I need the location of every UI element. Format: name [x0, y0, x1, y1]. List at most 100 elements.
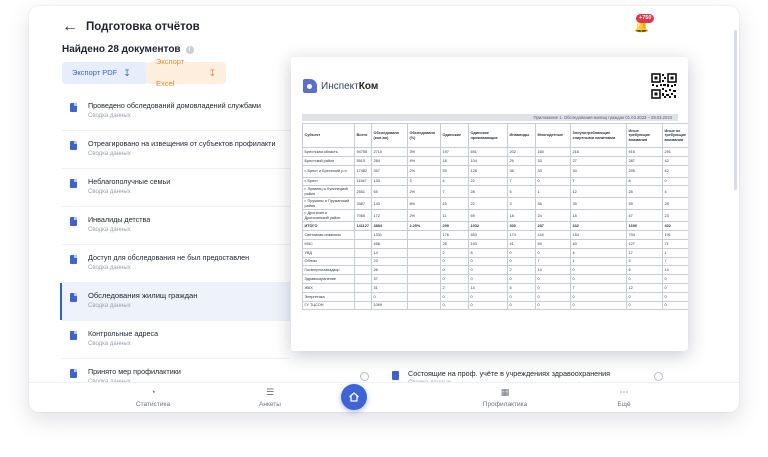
list-item[interactable]: Доступ для обследования не был предостав…	[62, 245, 290, 283]
table-cell: 3884	[371, 221, 408, 232]
table-header-cell: Обследовано (кол-во)	[371, 123, 408, 148]
table-cell: 3%	[407, 147, 441, 157]
list-item[interactable]: Контрольные адреса Сводка данных	[62, 321, 290, 359]
table-cell: 59	[535, 238, 571, 249]
table-cell: 33	[535, 164, 571, 178]
table-cell: 0	[507, 291, 536, 302]
nav-statistics[interactable]: ◔ Статистика	[113, 387, 193, 408]
table-cell: г. Брест и Брестский р-н	[302, 164, 355, 178]
document-name: Обследования жилищ граждан	[88, 291, 198, 300]
table-cell	[354, 300, 372, 311]
page-header: ← Подготовка отчётов	[62, 18, 200, 36]
table-cell: 0	[570, 265, 627, 276]
table-cell: 0	[662, 300, 688, 311]
table-cell: 0	[468, 274, 508, 284]
table-cell: 300	[507, 221, 536, 232]
table-cell: 34	[570, 164, 627, 178]
table-header-cell: Инвалиды	[507, 123, 536, 148]
nav-prevention[interactable]: ▦ Профилактика	[465, 387, 545, 408]
table-cell: 94755	[354, 147, 372, 157]
export-excel-label: Экспорт Excel	[156, 57, 185, 88]
table-header-cell: Иные не требующие внимания	[662, 123, 688, 148]
document-icon	[70, 217, 77, 226]
download-icon: ↧	[123, 68, 131, 78]
table-cell	[354, 247, 372, 258]
table-cell: 28	[662, 197, 688, 211]
table-cell: 14	[535, 265, 571, 276]
document-name: Неблагополучные семьи	[88, 177, 171, 186]
export-excel-button[interactable]: Экспорт Excel ↧	[146, 57, 226, 88]
table-cell: 14	[468, 282, 508, 293]
table-cell: Облгаз	[302, 256, 355, 267]
table-row: Госэнергогазнадзор 26 0 0 2 14 0 6 14	[302, 265, 688, 276]
document-subtitle: Сводка данных	[88, 303, 131, 309]
logo: ИнспектКом	[303, 79, 378, 93]
table-header-cell: Иные требующие внимания	[626, 123, 663, 148]
select-radio[interactable]	[360, 372, 369, 381]
table-row: Брестский район 5910 284 4% 18 104 29 33 27 287 42	[302, 155, 688, 166]
table-cell: 7	[570, 176, 627, 187]
table-cell: 69	[468, 209, 508, 223]
table-cell: 291	[662, 147, 688, 157]
bottom-navigation: ◔ Статистика ☰ Анкеты ▦ Профилактика ⋯ Е…	[29, 382, 739, 412]
scrollbar[interactable]	[734, 30, 737, 190]
table-cell: 1	[570, 256, 627, 267]
table-cell: 12	[570, 185, 627, 199]
table-cell: 14	[371, 247, 408, 258]
table-cell: 1	[535, 185, 571, 199]
table-cell: 193	[468, 238, 508, 249]
table-cell	[354, 282, 372, 293]
table-cell: 287	[535, 221, 571, 232]
notifications[interactable]: 🔔 +750	[632, 14, 655, 36]
table-cell: 33	[535, 155, 571, 166]
table-row: Энергетика 0 0 0 0 0 0 0 0	[302, 291, 688, 302]
table-cell	[354, 265, 372, 276]
table-cell: 2710	[371, 147, 408, 157]
export-pdf-button[interactable]: Экспорт PDF ↧	[62, 62, 148, 84]
table-cell: 133	[371, 176, 408, 187]
table-cell: 172	[371, 209, 408, 223]
table-header-cell: Многодетные	[535, 123, 571, 148]
nav-forms[interactable]: ☰ Анкеты	[230, 387, 310, 408]
table-cell: 0	[440, 300, 469, 311]
nav-label: Ещё	[617, 401, 631, 408]
table-row: Брестская область 94755 2710 3% 197 691 202 160…	[302, 147, 688, 157]
table-cell: 22	[468, 197, 508, 211]
list-item[interactable]: Инвалиды детства Сводка данных	[62, 207, 290, 245]
report-table: Субъект Всего Обследовано (кол-во) Обследов…	[302, 123, 688, 311]
report-preview: ИнспектКом Приложение 1. Обследования жи…	[291, 57, 688, 351]
table-row: ГУ ТЦСОН 1069 0 0 0 0 0 0 0	[302, 300, 688, 311]
table-cell: 23	[371, 256, 408, 267]
document-subtitle: Сводка данных	[88, 151, 131, 157]
qr-code-icon	[651, 73, 677, 99]
table-cell: 8	[626, 176, 663, 187]
table-cell: г. Лунинец и Лунинецкий район	[302, 185, 355, 199]
select-radio[interactable]	[654, 372, 663, 381]
table-cell: 295	[626, 164, 663, 178]
table-row: Облгаз 23 0 0 0 7 1 3 7	[302, 256, 688, 267]
table-cell: 0	[371, 291, 408, 302]
table-cell: МЧС	[302, 238, 355, 249]
table-cell: 3	[407, 176, 441, 187]
list-item[interactable]: Неблагополучные семьи Сводка данных	[62, 169, 290, 207]
home-icon	[349, 392, 359, 402]
table-cell	[407, 256, 441, 267]
table-header-row: Субъект Всего Обследовано (кол-во) Обследов…	[302, 123, 688, 148]
list-item-active[interactable]: Обследования жилищ граждан Сводка данных	[60, 283, 290, 321]
table-cell: 4	[570, 247, 627, 258]
table-cell: 1	[662, 247, 688, 258]
table-row: г. Брест 11547 133 3 4 22 7 0 7 8 0	[302, 176, 688, 187]
list-item[interactable]: Отреагировано на извещения от субъектов …	[62, 131, 290, 169]
table-cell: 0	[535, 274, 571, 284]
nav-more[interactable]: ⋯ Ещё	[584, 387, 664, 408]
table-cell: 2	[507, 265, 536, 276]
table-cell	[354, 230, 372, 240]
home-button[interactable]	[341, 384, 367, 410]
nav-label: Статистика	[135, 401, 171, 408]
table-cell: Энергетика	[302, 291, 355, 302]
arrow-left-icon[interactable]: ←	[62, 18, 78, 36]
list-item[interactable]: Проведено обследований домовладений служ…	[62, 93, 290, 131]
table-header-cell: Одинокое проживающие	[468, 123, 508, 148]
table-cell: 1069	[371, 300, 408, 311]
table-cell: 176	[440, 230, 469, 240]
